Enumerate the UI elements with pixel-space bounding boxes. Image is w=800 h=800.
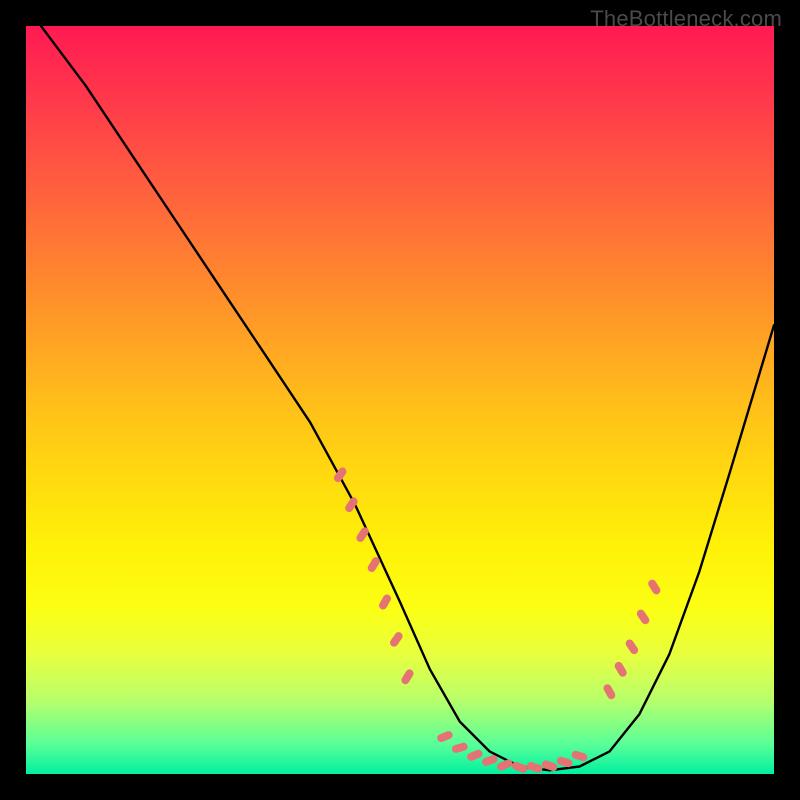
chart-frame: TheBottleneck.com (0, 0, 800, 800)
curve-svg (26, 26, 774, 774)
watermark-text: TheBottleneck.com (590, 6, 782, 32)
plot-area (26, 26, 774, 774)
bottleneck-curve (41, 26, 774, 770)
marker-cluster-right (602, 578, 662, 701)
marker-cluster-left (332, 466, 415, 686)
